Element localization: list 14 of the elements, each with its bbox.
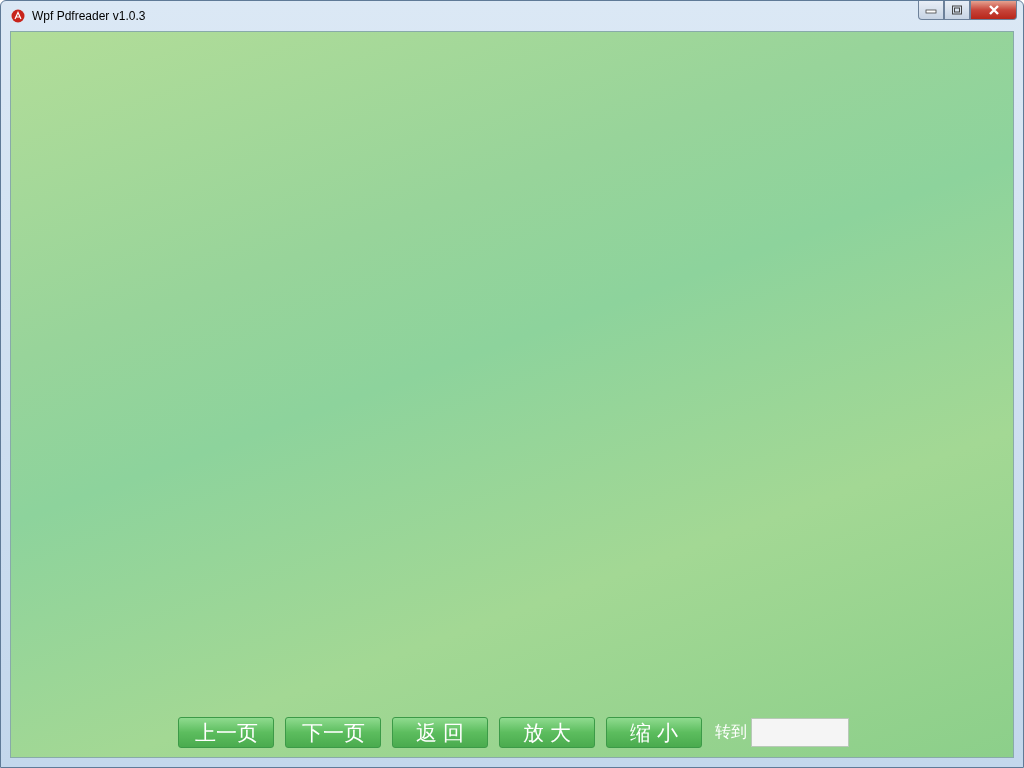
- toolbar-button[interactable]: 缩 小: [606, 717, 702, 748]
- toolbar-button[interactable]: 返 回: [392, 717, 488, 748]
- toolbar-button[interactable]: 下一页: [285, 717, 381, 748]
- maximize-button[interactable]: [944, 1, 970, 20]
- minimize-icon: [925, 6, 937, 14]
- page-number-field[interactable]: [751, 718, 849, 747]
- window-title: Wpf Pdfreader v1.0.3: [32, 9, 146, 23]
- toolbar-button[interactable]: 上一页: [178, 717, 274, 748]
- close-button[interactable]: [970, 1, 1017, 20]
- goto-label: 转到: [715, 722, 747, 743]
- toolbar-button[interactable]: 放 大: [499, 717, 595, 748]
- close-icon: [986, 5, 1001, 15]
- app-icon: [11, 9, 25, 23]
- maximize-icon: [951, 5, 963, 15]
